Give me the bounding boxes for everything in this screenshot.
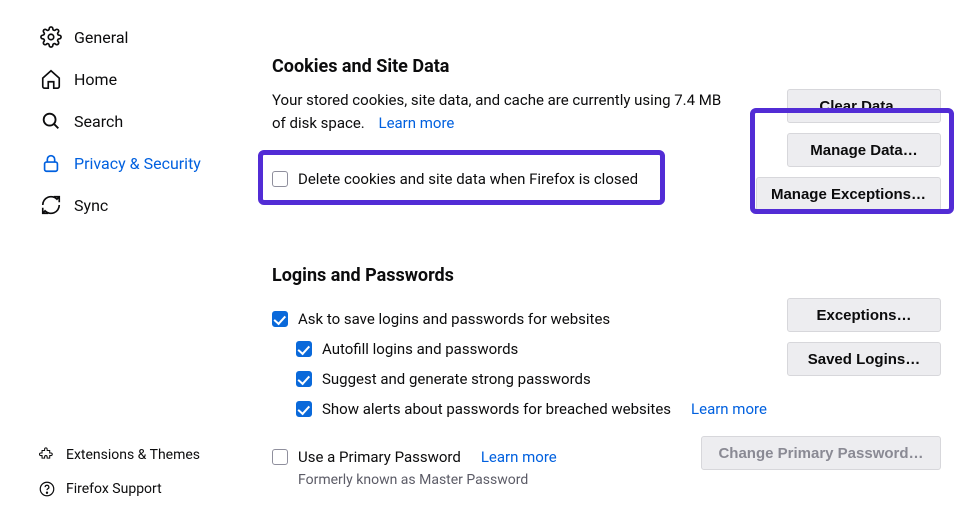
puzzle-icon <box>38 446 56 464</box>
gear-icon <box>40 26 62 48</box>
sidebar-item-extensions-themes[interactable]: Extensions & Themes <box>30 440 224 470</box>
sidebar-item-label: Privacy & Security <box>74 154 201 173</box>
cookies-learn-more-link[interactable]: Learn more <box>378 114 454 132</box>
suggest-passwords-checkbox[interactable] <box>296 371 312 387</box>
sidebar-item-label: General <box>74 28 128 47</box>
breach-alerts-checkbox[interactable] <box>296 401 312 417</box>
sidebar-item-firefox-support[interactable]: Firefox Support <box>30 474 224 504</box>
logins-exceptions-button[interactable]: Exceptions… <box>787 298 941 332</box>
sidebar-item-general[interactable]: General <box>30 18 224 56</box>
search-icon <box>40 110 62 132</box>
breach-alerts-label: Show alerts about passwords for breached… <box>322 400 671 418</box>
sidebar-item-privacy-security[interactable]: Privacy & Security <box>30 144 224 182</box>
sidebar-item-label: Firefox Support <box>66 481 162 497</box>
cookies-heading: Cookies and Site Data <box>272 56 941 77</box>
lock-icon <box>40 152 62 174</box>
sidebar-item-label: Search <box>74 112 123 131</box>
cookies-description: Your stored cookies, site data, and cach… <box>272 89 736 136</box>
saved-logins-button[interactable]: Saved Logins… <box>787 342 941 376</box>
ask-save-logins-checkbox[interactable] <box>272 311 288 327</box>
autofill-logins-label: Autofill logins and passwords <box>322 340 518 358</box>
primary-password-checkbox[interactable] <box>272 449 288 465</box>
sidebar-item-label: Extensions & Themes <box>66 447 200 463</box>
main-content: Cookies and Site Data Your stored cookie… <box>232 0 969 522</box>
sidebar-item-search[interactable]: Search <box>30 102 224 140</box>
sidebar-item-label: Sync <box>74 196 108 215</box>
manage-exceptions-button[interactable]: Manage Exceptions… <box>756 177 941 211</box>
manage-data-button[interactable]: Manage Data… <box>787 133 941 167</box>
home-icon <box>40 68 62 90</box>
primary-password-label: Use a Primary Password <box>298 448 461 466</box>
delete-cookies-on-close-label: Delete cookies and site data when Firefo… <box>298 170 638 188</box>
ask-save-logins-label: Ask to save logins and passwords for web… <box>298 310 610 328</box>
sync-icon <box>40 194 62 216</box>
suggest-passwords-label: Suggest and generate strong passwords <box>322 370 591 388</box>
primary-password-hint: Formerly known as Master Password <box>298 472 681 488</box>
sidebar: General Home Search Privacy & Security <box>0 0 232 522</box>
autofill-logins-checkbox[interactable] <box>296 341 312 357</box>
delete-cookies-on-close-checkbox[interactable] <box>272 171 288 187</box>
breach-alerts-learn-more-link[interactable]: Learn more <box>691 400 767 418</box>
help-icon <box>38 480 56 498</box>
sidebar-item-home[interactable]: Home <box>30 60 224 98</box>
logins-heading: Logins and Passwords <box>272 265 941 286</box>
primary-password-learn-more-link[interactable]: Learn more <box>481 448 557 466</box>
clear-data-button[interactable]: Clear Data… <box>787 89 941 123</box>
sidebar-item-sync[interactable]: Sync <box>30 186 224 224</box>
change-primary-password-button[interactable]: Change Primary Password… <box>701 436 941 470</box>
sidebar-item-label: Home <box>74 70 117 89</box>
